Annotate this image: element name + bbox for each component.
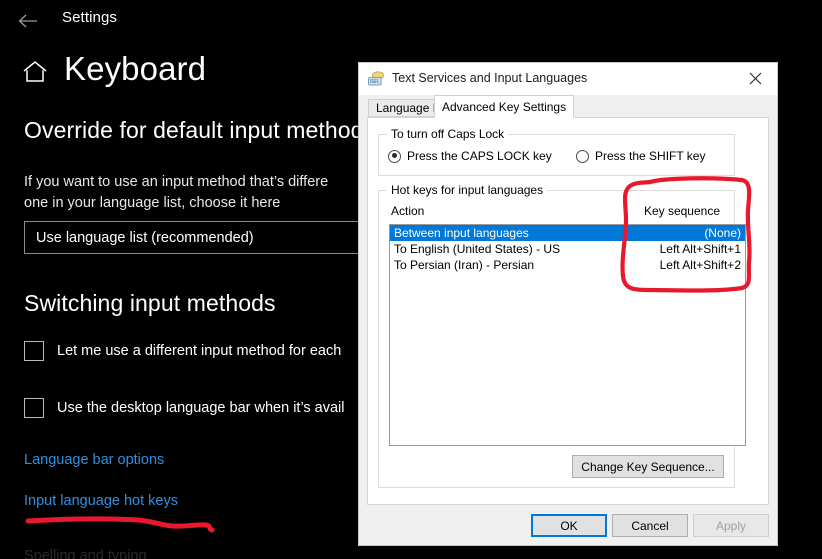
change-key-sequence-button[interactable]: Change Key Sequence... [572, 455, 724, 478]
default-input-method-dropdown[interactable]: Use language list (recommended) [24, 221, 364, 254]
checkbox-label: Let me use a different input method for … [57, 343, 342, 359]
dialog-tabstrip: Language Bar Advanced Key Settings [359, 95, 777, 118]
close-icon[interactable] [733, 63, 777, 94]
button-label: Apply [715, 518, 747, 533]
row-action: To English (United States) - US [394, 242, 561, 256]
checkbox-box[interactable] [24, 341, 44, 361]
radio-press-shift[interactable]: Press the SHIFT key [576, 149, 705, 163]
apply-button: Apply [693, 514, 769, 537]
row-action: Between input languages [394, 226, 529, 240]
caps-lock-group-legend: To turn off Caps Lock [387, 127, 509, 141]
text-services-dialog: Text Services and Input Languages Langua… [358, 62, 778, 546]
hot-keys-group: Hot keys for input languages Action Key … [378, 183, 746, 488]
hot-keys-group-legend: Hot keys for input languages [387, 183, 548, 197]
caps-lock-group: To turn off Caps Lock Press the CAPS LOC… [378, 127, 735, 176]
screenshot-root: Settings Keyboard Override for default i… [0, 0, 822, 559]
dialog-footer: OK Cancel Apply [359, 505, 777, 545]
dialog-titlebar: Text Services and Input Languages [359, 63, 777, 95]
override-description-line2: one in your language list, choose it her… [24, 195, 281, 211]
home-icon[interactable] [21, 58, 49, 88]
row-action: To Persian (Iran) - Persian [394, 258, 535, 272]
cancel-button[interactable]: Cancel [612, 514, 688, 537]
dialog-title: Text Services and Input Languages [392, 71, 588, 85]
column-header-key-sequence: Key sequence [643, 204, 720, 218]
checkbox-desktop-language-bar[interactable]: Use the desktop language bar when it’s a… [24, 398, 345, 418]
advanced-key-settings-panel: To turn off Caps Lock Press the CAPS LOC… [367, 117, 769, 505]
checkbox-box[interactable] [24, 398, 44, 418]
radio-button[interactable] [576, 149, 589, 163]
table-row[interactable]: To English (United States) - US Left Alt… [390, 241, 745, 257]
row-key-sequence: Left Alt+Shift+1 [659, 242, 741, 256]
override-description-line1: If you want to use an input method that’… [24, 174, 329, 190]
tab-advanced-key-settings[interactable]: Advanced Key Settings [434, 95, 575, 118]
radio-button[interactable] [388, 149, 401, 163]
switching-section-heading: Switching input methods [24, 290, 276, 316]
table-row[interactable]: To Persian (Iran) - Persian Left Alt+Shi… [390, 257, 745, 273]
row-key-sequence: Left Alt+Shift+2 [659, 258, 741, 272]
settings-app-name: Settings [62, 9, 117, 26]
column-header-action: Action [391, 204, 425, 218]
page-title: Keyboard [64, 50, 207, 87]
settings-titlebar: Settings [0, 0, 822, 42]
radio-press-caps-lock[interactable]: Press the CAPS LOCK key [388, 149, 552, 163]
radio-label: Press the SHIFT key [595, 149, 706, 163]
radio-label: Press the CAPS LOCK key [407, 149, 552, 163]
back-arrow-icon[interactable] [14, 7, 42, 35]
link-input-language-hot-keys[interactable]: Input language hot keys [24, 493, 178, 509]
hot-keys-listbox[interactable]: Between input languages (None) To Englis… [389, 224, 746, 446]
override-section-heading: Override for default input method [24, 117, 364, 143]
keyboard-language-icon [368, 71, 385, 87]
table-row[interactable]: Between input languages (None) [390, 225, 745, 241]
checkbox-different-input-method[interactable]: Let me use a different input method for … [24, 341, 341, 361]
ok-button[interactable]: OK [531, 514, 607, 537]
button-label: Change Key Sequence... [581, 459, 715, 474]
faint-bottom-text: Spelling and typing [24, 548, 147, 559]
link-language-bar-options[interactable]: Language bar options [24, 452, 164, 468]
button-label: OK [560, 518, 578, 533]
button-label: Cancel [631, 518, 669, 533]
row-key-sequence: (None) [704, 226, 741, 240]
default-input-method-value: Use language list (recommended) [36, 229, 254, 246]
checkbox-label: Use the desktop language bar when it’s a… [57, 400, 345, 416]
tab-label: Advanced Key Settings [442, 99, 567, 114]
